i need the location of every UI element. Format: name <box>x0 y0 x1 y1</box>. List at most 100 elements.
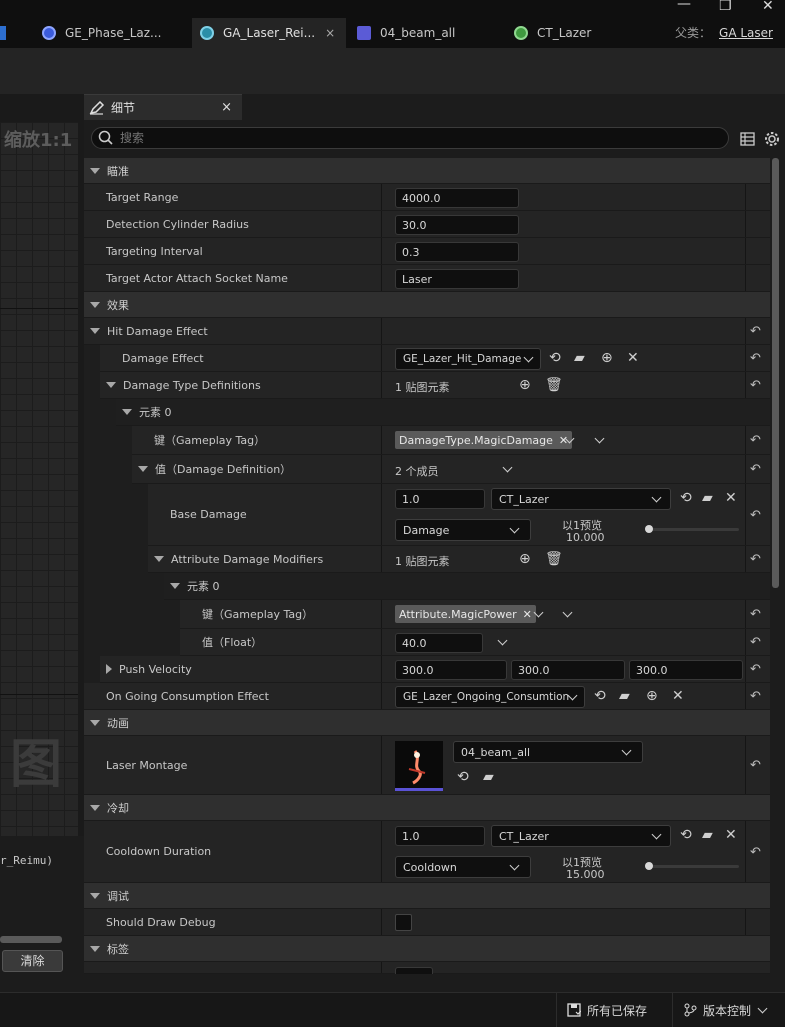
vertical-scrollbar[interactable] <box>772 158 779 588</box>
settings-gear-icon[interactable] <box>764 131 780 147</box>
tag-options-icon[interactable] <box>594 433 605 444</box>
preview-level-slider[interactable] <box>645 862 739 870</box>
search-box[interactable] <box>91 127 729 149</box>
curve-row-combo[interactable]: Damage <box>395 519 531 541</box>
tab-ge-phase-lazer[interactable]: GE_Phase_Laz... <box>42 18 192 48</box>
ongoing-effect-combo[interactable]: GE_Lazer_Ongoing_Consumtion <box>395 686 585 708</box>
expand-arrow-icon[interactable] <box>138 466 148 472</box>
expand-arrow-icon[interactable] <box>122 409 132 415</box>
push-velocity-x[interactable]: 300.0 <box>395 660 507 680</box>
clear-icon[interactable]: ✕ <box>672 689 684 703</box>
property-base-damage: Base Damage 1.0 CT_Lazer ⟲ ▰ ✕ Damage 以1… <box>84 484 770 546</box>
add-element-icon[interactable]: ⊕ <box>519 552 531 566</box>
clear-icon[interactable]: ✕ <box>627 351 639 365</box>
tab-overflow[interactable] <box>0 18 28 48</box>
target-range-input[interactable]: 4000.0 <box>395 188 519 208</box>
table-view-icon[interactable] <box>740 132 755 146</box>
browse-back-icon[interactable]: ⟲ <box>680 491 692 505</box>
search-input[interactable] <box>120 131 680 145</box>
reset-to-default-icon[interactable]: ↶ <box>750 758 761 773</box>
reset-to-default-icon[interactable]: ↶ <box>750 662 761 677</box>
category-cooldown[interactable]: 冷却 <box>84 795 770 821</box>
targeting-interval-input[interactable]: 0.3 <box>395 242 519 262</box>
damage-effect-combo[interactable]: GE_Lazer_Hit_Damage <box>395 348 541 370</box>
add-icon[interactable]: ⊕ <box>646 689 658 703</box>
save-all-status[interactable]: 所有已保存 <box>556 993 668 1027</box>
expand-arrow-icon[interactable] <box>154 556 164 562</box>
montage-thumbnail[interactable] <box>395 741 443 791</box>
parent-class-link[interactable]: GA Laser <box>719 26 773 40</box>
base-damage-input[interactable]: 1.0 <box>395 489 485 509</box>
add-element-icon[interactable]: ⊕ <box>519 378 531 392</box>
close-tab-icon[interactable]: × <box>325 26 335 40</box>
browse-folder-icon[interactable]: ▰ <box>574 351 585 365</box>
browse-back-icon[interactable]: ⟲ <box>549 351 561 365</box>
reset-to-default-icon[interactable]: ↶ <box>750 378 761 393</box>
reset-to-default-icon[interactable]: ↶ <box>750 635 761 650</box>
reset-to-default-icon[interactable]: ↶ <box>750 433 761 448</box>
browse-folder-icon[interactable]: ▰ <box>702 828 713 842</box>
browse-back-icon[interactable]: ⟲ <box>457 770 469 784</box>
close-window-icon[interactable]: ✕ <box>762 0 774 14</box>
browse-back-icon[interactable]: ⟲ <box>680 828 692 842</box>
browse-folder-icon[interactable]: ▰ <box>619 689 630 703</box>
add-icon[interactable]: ⊕ <box>601 351 613 365</box>
cooldown-input[interactable]: 1.0 <box>395 826 485 846</box>
reset-to-default-icon[interactable]: ↶ <box>750 845 761 860</box>
expand-arrow-icon[interactable] <box>106 382 116 388</box>
reset-to-default-icon[interactable]: ↶ <box>750 607 761 622</box>
preview-level-slider[interactable] <box>645 525 739 533</box>
curve-row-combo[interactable]: Cooldown <box>395 856 531 878</box>
details-tab[interactable]: 细节 × <box>84 94 242 120</box>
tag-options-icon[interactable] <box>562 607 573 618</box>
delete-all-icon[interactable]: 🗑 <box>545 378 563 392</box>
curve-table-combo[interactable]: CT_Lazer <box>491 488 671 510</box>
browse-folder-icon[interactable]: ▰ <box>483 770 494 784</box>
detection-radius-input[interactable]: 30.0 <box>395 215 519 235</box>
value-dropdown-icon[interactable] <box>497 635 508 646</box>
browse-back-icon[interactable]: ⟲ <box>594 689 606 703</box>
tab-04-beam-all[interactable]: 04_beam_all <box>357 18 507 48</box>
close-tab-icon[interactable]: × <box>221 100 232 115</box>
property-label: 元素 0 <box>170 573 220 599</box>
collapsed-arrow-icon[interactable] <box>106 664 112 674</box>
category-effects[interactable]: 效果 <box>84 292 770 318</box>
laser-montage-combo[interactable]: 04_beam_all <box>453 741 643 763</box>
socket-name-input[interactable]: Laser <box>395 269 519 289</box>
clear-log-button[interactable]: 清除 <box>2 950 63 972</box>
reset-to-default-icon[interactable]: ↶ <box>750 324 761 339</box>
members-dropdown-icon[interactable] <box>502 462 513 473</box>
category-debug[interactable]: 调试 <box>84 883 770 909</box>
reset-to-default-icon[interactable]: ↶ <box>750 689 761 704</box>
restore-icon[interactable]: ❐ <box>719 0 732 14</box>
modifier-value-input[interactable]: 40.0 <box>395 633 483 653</box>
delete-all-icon[interactable]: 🗑 <box>545 552 563 566</box>
category-tags[interactable]: 标签 <box>84 936 770 962</box>
reset-to-default-icon[interactable]: ↶ <box>750 508 761 523</box>
browse-folder-icon[interactable]: ▰ <box>702 491 713 505</box>
log-scrollbar[interactable] <box>0 936 62 943</box>
category-animation[interactable]: 动画 <box>84 710 770 736</box>
slider-knob[interactable] <box>645 525 653 533</box>
curve-table-combo[interactable]: CT_Lazer <box>491 825 671 847</box>
push-velocity-y[interactable]: 300.0 <box>511 660 625 680</box>
minimize-icon[interactable]: — <box>677 0 691 12</box>
category-label: 标签 <box>107 942 129 956</box>
should-draw-debug-checkbox[interactable] <box>395 914 412 931</box>
expand-arrow-icon[interactable] <box>90 328 100 334</box>
gameplay-tag-chip[interactable]: DamageType.MagicDamage ✕ <box>395 431 573 449</box>
push-velocity-z[interactable]: 300.0 <box>629 660 743 680</box>
clear-icon[interactable]: ✕ <box>725 491 737 505</box>
gameplay-tag-chip[interactable]: Attribute.MagicPower ✕ <box>395 605 536 623</box>
tab-ga-laser-reimu[interactable]: GA_Laser_Rei... × <box>192 18 346 48</box>
tab-ct-lazer[interactable]: CT_Lazer <box>514 18 654 48</box>
source-control-button[interactable]: 版本控制 <box>672 993 785 1027</box>
slider-knob[interactable] <box>645 862 653 870</box>
reset-to-default-icon[interactable]: ↶ <box>750 552 761 567</box>
expand-arrow-icon[interactable] <box>170 583 180 589</box>
category-aiming[interactable]: 瞄准 <box>84 158 770 184</box>
remove-tag-icon[interactable]: ✕ <box>523 608 532 621</box>
reset-to-default-icon[interactable]: ↶ <box>750 462 761 477</box>
reset-to-default-icon[interactable]: ↶ <box>750 351 761 366</box>
clear-icon[interactable]: ✕ <box>725 828 737 842</box>
